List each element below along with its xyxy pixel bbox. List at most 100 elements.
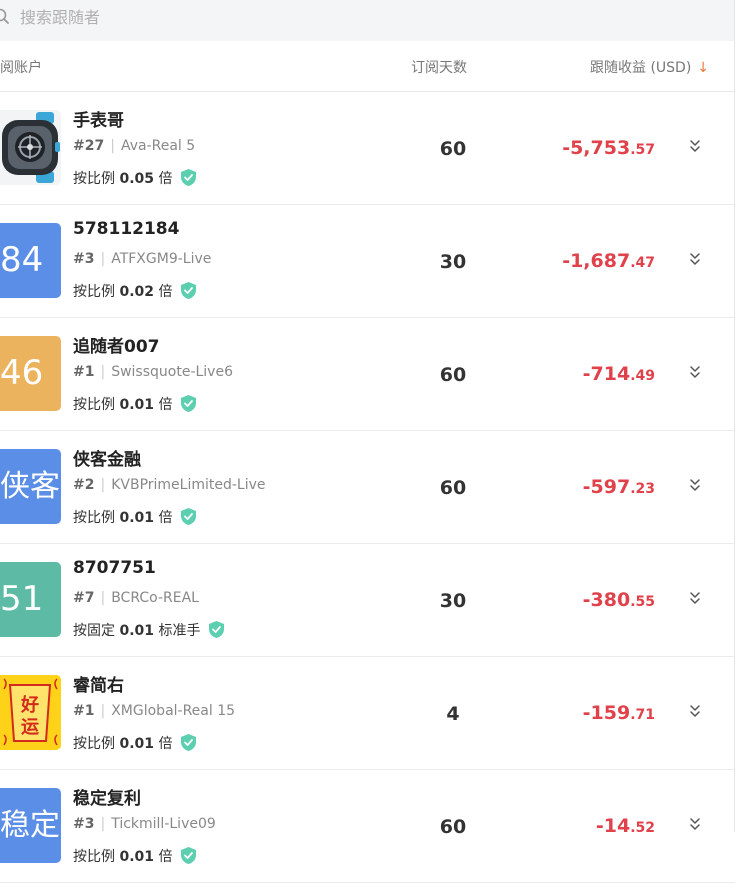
expand-chevron-icon[interactable]	[688, 364, 702, 380]
ratio-unit: 倍	[158, 284, 173, 300]
follower-row[interactable]: 84 578112184 #3 | ATFXGM9-Live 按比例 0.02 倍 …	[0, 205, 735, 318]
follow-ratio: 按比例 0.05 倍	[73, 168, 197, 188]
rank: #1	[73, 364, 95, 380]
follower-name: 侠客金融	[73, 450, 141, 470]
profit-integer: -5,753	[562, 137, 631, 159]
subscription-days: 60	[439, 816, 467, 838]
expand-chevron-icon[interactable]	[688, 816, 702, 832]
rank: #27	[73, 138, 105, 154]
follower-name: 稳定复利	[73, 789, 141, 809]
ratio-mode: 按比例	[73, 397, 115, 413]
search-bar[interactable]	[0, 0, 735, 41]
avatar-text: 稳定	[0, 808, 60, 843]
expand-chevron-icon[interactable]	[688, 251, 702, 267]
column-header-profit-sort[interactable]: 跟随收益 (USD) ↓	[590, 57, 709, 77]
expand-chevron-icon[interactable]	[688, 590, 702, 606]
divider: |	[100, 703, 106, 719]
broker-info: #3 | ATFXGM9-Live	[73, 251, 211, 267]
column-header-account: 阅账户	[0, 60, 42, 76]
shield-check-icon	[209, 621, 225, 638]
shield-check-icon	[181, 847, 197, 864]
ratio-unit: 倍	[158, 510, 173, 526]
luck-text-bottom: 运	[21, 717, 39, 738]
divider: |	[100, 477, 106, 493]
profit-decimal: .49	[630, 368, 655, 384]
divider: |	[100, 251, 106, 267]
subscription-days: 60	[439, 477, 467, 499]
profit-decimal: .55	[630, 594, 655, 610]
table-header: 阅账户 订阅天数 跟随收益 (USD) ↓	[0, 41, 735, 92]
avatar-text: 84	[0, 240, 44, 280]
avatar	[0, 110, 61, 185]
ratio-mode: 按固定	[73, 623, 115, 639]
broker-server: BCRCo-REAL	[111, 590, 199, 606]
subscription-days: 60	[439, 138, 467, 160]
avatar: 51	[0, 562, 61, 637]
rank: #3	[73, 251, 95, 267]
rank: #1	[73, 703, 95, 719]
follower-row[interactable]: 好 运 睿简右 #1 | XMGlobal-Real 15 按比例 0.01 倍 4…	[0, 657, 735, 770]
shield-check-icon	[181, 395, 197, 412]
follower-name: 578112184	[73, 219, 180, 239]
profit-decimal: .47	[630, 255, 655, 271]
follower-row[interactable]: 手表哥 #27 | Ava-Real 5 按比例 0.05 倍 60 -5,753.…	[0, 92, 735, 205]
expand-chevron-icon[interactable]	[688, 477, 702, 493]
avatar: 稳定	[0, 788, 61, 863]
ratio-mode: 按比例	[73, 736, 115, 752]
follow-profit: -5,753.57	[562, 137, 655, 159]
divider: |	[100, 816, 106, 832]
follow-profit: -159.71	[583, 702, 655, 724]
broker-info: #7 | BCRCo-REAL	[73, 590, 199, 606]
avatar-text: 侠客	[0, 469, 60, 504]
subscription-days: 30	[439, 251, 467, 273]
search-input[interactable]	[20, 5, 620, 29]
expand-chevron-icon[interactable]	[688, 138, 702, 154]
scrollbar-track[interactable]	[734, 0, 749, 832]
follow-profit: -14.52	[596, 815, 655, 837]
profit-integer: -14	[595, 815, 631, 837]
follower-row[interactable]: 侠客 侠客金融 #2 | KVBPrimeLimited-Live 按比例 0.01…	[0, 431, 735, 544]
ratio-value: 0.05	[119, 171, 154, 187]
rank: #7	[73, 590, 95, 606]
ratio-mode: 按比例	[73, 849, 115, 865]
ratio-unit: 倍	[158, 849, 173, 865]
profit-integer: -597	[582, 476, 631, 498]
profit-decimal: .23	[630, 481, 655, 497]
follow-profit: -714.49	[583, 363, 655, 385]
ratio-unit: 标准手	[158, 623, 201, 639]
follow-ratio: 按比例 0.01 倍	[73, 733, 197, 753]
ratio-mode: 按比例	[73, 284, 115, 300]
avatar: 46	[0, 336, 61, 411]
profit-integer: -1,687	[562, 250, 631, 272]
sort-desc-icon: ↓	[697, 60, 710, 76]
follow-ratio: 按固定 0.01 标准手	[73, 620, 225, 640]
profit-decimal: .57	[630, 142, 655, 158]
broker-info: #1 | XMGlobal-Real 15	[73, 703, 235, 719]
avatar: 好 运	[0, 675, 61, 750]
follower-row[interactable]: 51 8707751 #7 | BCRCo-REAL 按固定 0.01 标准手 30…	[0, 544, 735, 657]
broker-info: #27 | Ava-Real 5	[73, 138, 195, 154]
profit-integer: -159	[582, 702, 631, 724]
avatar: 84	[0, 223, 61, 298]
ratio-value: 0.01	[119, 397, 154, 413]
follow-ratio: 按比例 0.01 倍	[73, 507, 197, 527]
expand-chevron-icon[interactable]	[688, 703, 702, 719]
follow-profit: -597.23	[583, 476, 655, 498]
avatar: 侠客	[0, 449, 61, 524]
follower-row[interactable]: 46 追随者007 #1 | Swissquote-Live6 按比例 0.01 倍…	[0, 318, 735, 431]
broker-server: KVBPrimeLimited-Live	[111, 477, 266, 493]
follow-profit: -1,687.47	[562, 250, 655, 272]
ratio-mode: 按比例	[73, 510, 115, 526]
shield-check-icon	[181, 169, 197, 186]
broker-info: #3 | Tickmill-Live09	[73, 816, 216, 832]
ratio-mode: 按比例	[73, 171, 115, 187]
ratio-value: 0.01	[119, 736, 154, 752]
rank: #3	[73, 816, 95, 832]
follow-profit: -380.55	[583, 589, 655, 611]
ratio-unit: 倍	[158, 171, 173, 187]
follow-ratio: 按比例 0.01 倍	[73, 394, 197, 414]
follower-row[interactable]: 稳定 稳定复利 #3 | Tickmill-Live09 按比例 0.01 倍 60…	[0, 770, 735, 883]
profit-decimal: .52	[630, 820, 655, 836]
luck-text-top: 好	[20, 694, 39, 716]
follow-ratio: 按比例 0.02 倍	[73, 281, 197, 301]
